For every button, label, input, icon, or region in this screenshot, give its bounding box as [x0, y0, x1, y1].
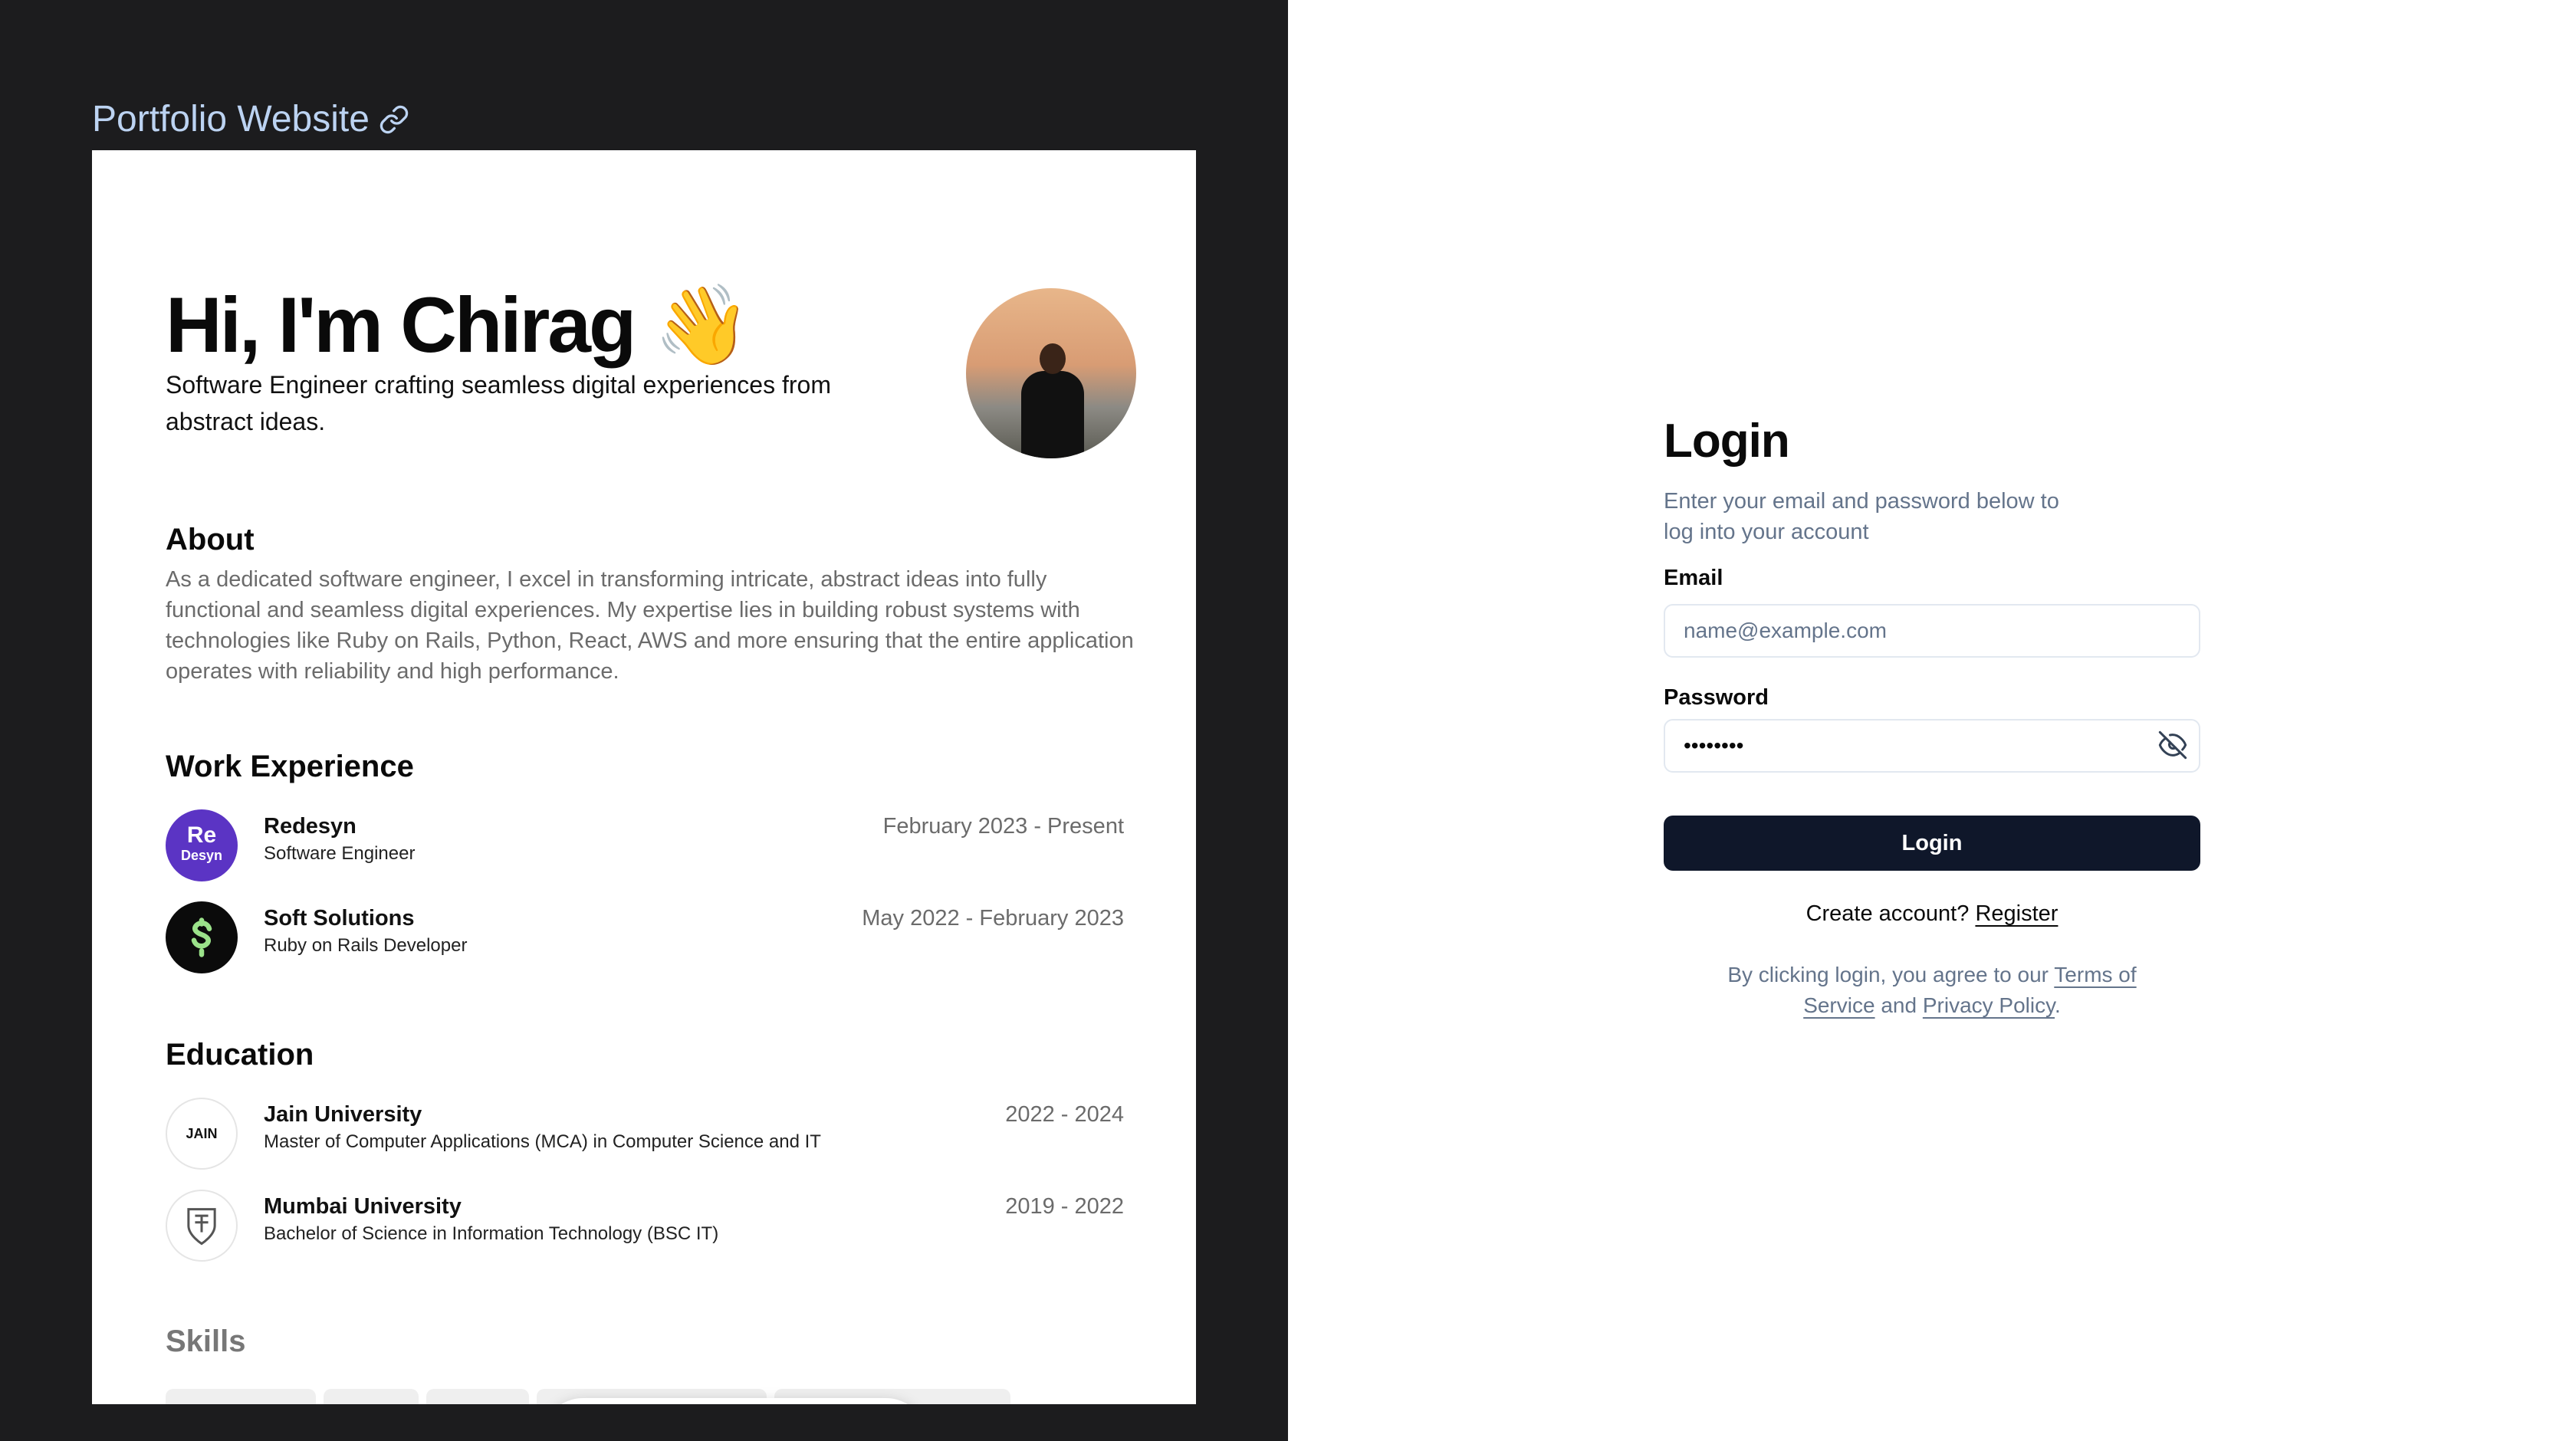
work-role: Ruby on Rails Developer — [264, 935, 468, 956]
email-label: Email — [1664, 566, 1723, 590]
skill-pill — [324, 1389, 419, 1404]
work-org: Redesyn — [264, 814, 356, 839]
avatar — [966, 288, 1136, 458]
about-text: As a dedicated software engineer, I exce… — [166, 567, 1134, 684]
portfolio-preview: Hi, I'm Chirag 👋 Software Engineer craft… — [92, 150, 1196, 1404]
email-input[interactable] — [1664, 604, 2200, 658]
education-item-mumbai[interactable]: Mumbai University Bachelor of Science in… — [166, 1190, 1124, 1263]
education-degree: Bachelor of Science in Information Techn… — [264, 1223, 719, 1244]
work-experience-title: Work Experience — [166, 750, 414, 783]
terms-prefix: By clicking login, you agree to our — [1727, 963, 2049, 986]
work-dates: May 2022 - February 2023 — [862, 906, 1124, 931]
education-org: Jain University — [264, 1102, 422, 1127]
terms-and: and — [1881, 993, 1917, 1017]
education-org: Mumbai University — [264, 1194, 462, 1219]
privacy-policy-link[interactable]: Privacy Policy — [1923, 993, 2055, 1017]
work-role: Software Engineer — [264, 843, 416, 864]
mumbai-university-logo — [166, 1190, 238, 1262]
s-mark-icon — [191, 917, 212, 957]
jain-logo: JAIN — [166, 1098, 238, 1170]
education-dates: 2022 - 2024 — [1005, 1102, 1124, 1127]
create-account-row: Create account? Register — [1664, 901, 2200, 927]
login-title: Login — [1664, 415, 1790, 468]
portfolio-website-link[interactable]: Portfolio Website — [92, 98, 409, 140]
login-button[interactable]: Login — [1664, 816, 2200, 871]
redesyn-logo: Re Desyn — [166, 809, 238, 881]
register-link[interactable]: Register — [1975, 901, 2058, 926]
portfolio-link-label: Portfolio Website — [92, 99, 370, 140]
work-item-soft-solutions[interactable]: Soft Solutions Ruby on Rails Developer M… — [166, 901, 1124, 975]
eye-off-icon[interactable] — [2157, 730, 2188, 760]
work-org: Soft Solutions — [264, 906, 415, 931]
avatar-person-body — [1021, 371, 1084, 458]
work-dates: February 2023 - Present — [882, 814, 1124, 839]
avatar-person-head — [1040, 343, 1066, 374]
terms-notice: By clicking login, you agree to our Term… — [1694, 960, 2170, 1021]
link-icon — [380, 105, 409, 133]
social-dock — [543, 1398, 926, 1404]
terms-suffix: . — [2055, 993, 2061, 1017]
work-item-redesyn[interactable]: Re Desyn Redesyn Software Engineer Febru… — [166, 809, 1124, 883]
soft-solutions-logo — [166, 901, 238, 973]
skill-pill — [166, 1389, 316, 1404]
hero-name: Hi, I'm Chirag 👋 — [166, 281, 751, 369]
education-degree: Master of Computer Applications (MCA) in… — [264, 1131, 821, 1152]
login-description: Enter your email and password below to l… — [1664, 489, 2059, 544]
education-title: Education — [166, 1038, 314, 1072]
about-title: About — [166, 523, 255, 556]
left-panel: Portfolio Website Hi, I'm Chirag 👋 Softw… — [0, 0, 1288, 1441]
education-item-jain[interactable]: JAIN Jain University Master of Computer … — [166, 1098, 1124, 1171]
skill-pill — [426, 1389, 529, 1404]
create-account-prefix: Create account? — [1806, 901, 1970, 926]
skills-title: Skills — [166, 1324, 246, 1358]
education-dates: 2019 - 2022 — [1005, 1194, 1124, 1219]
crest-icon — [187, 1208, 216, 1246]
password-input[interactable] — [1664, 719, 2200, 773]
password-label: Password — [1664, 685, 1769, 710]
hero-subtitle: Software Engineer crafting seamless digi… — [166, 371, 831, 435]
